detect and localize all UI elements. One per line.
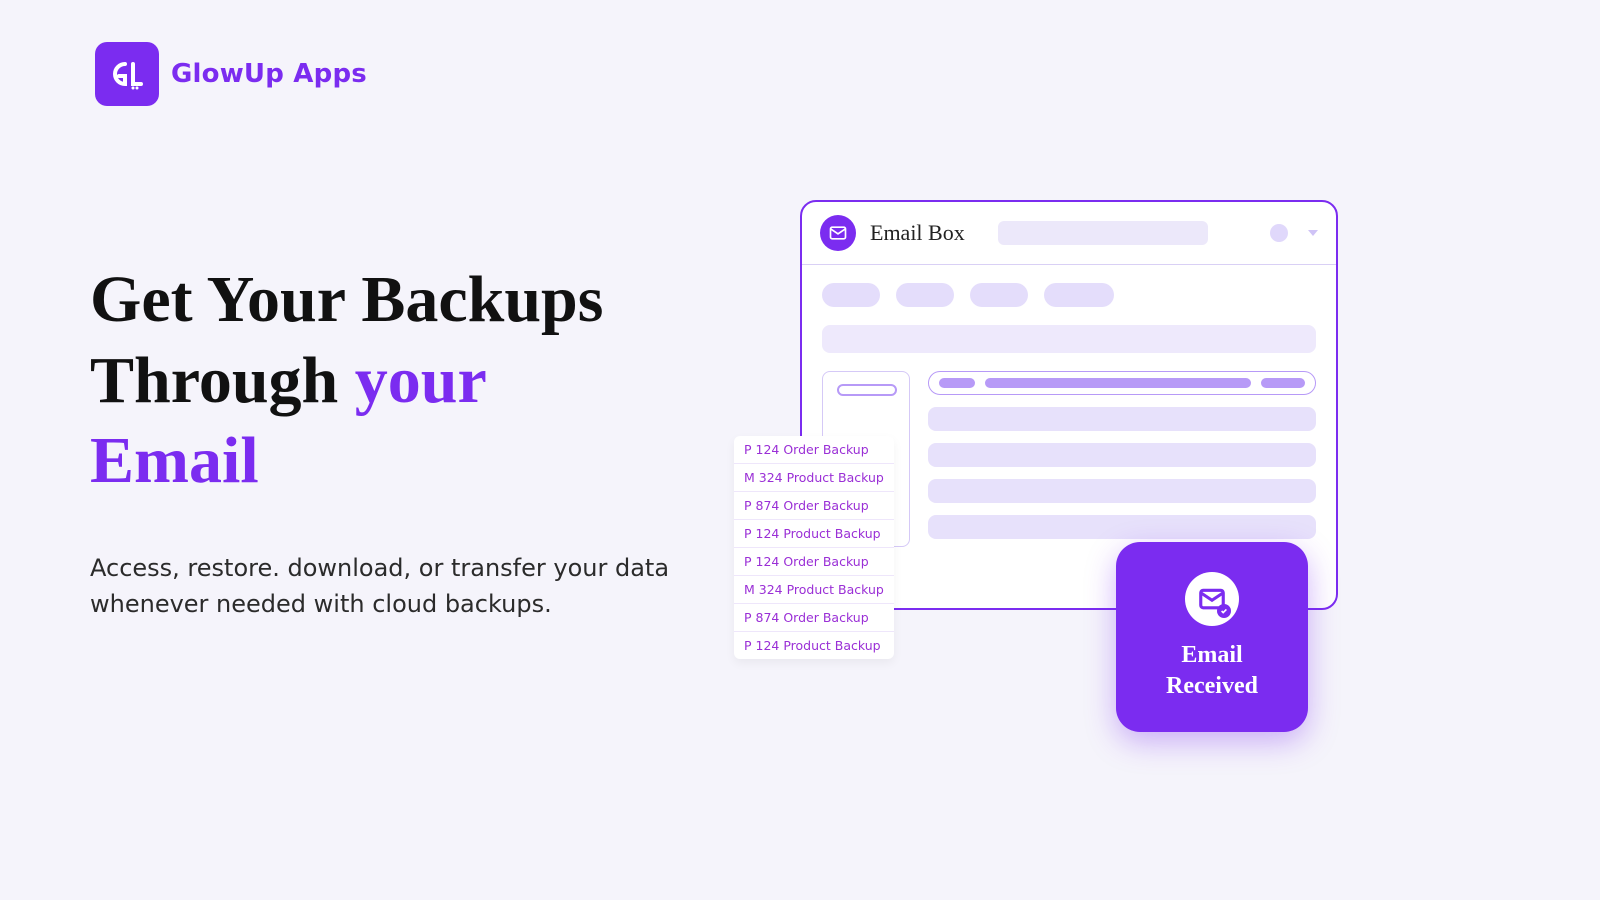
filter-pill xyxy=(970,283,1028,307)
chevron-down-icon xyxy=(1308,230,1318,236)
folder-chip xyxy=(837,384,897,396)
list-item: M 324 Product Backup xyxy=(734,464,894,492)
check-icon xyxy=(1217,604,1231,618)
list-item: P 124 Product Backup xyxy=(734,632,894,659)
logo-mark-icon xyxy=(95,42,159,106)
message-row xyxy=(928,407,1316,431)
list-item: P 124 Order Backup xyxy=(734,436,894,464)
toolbar-placeholder xyxy=(822,325,1316,353)
filter-pill xyxy=(896,283,954,307)
mail-received-icon xyxy=(1185,572,1239,626)
list-item: P 874 Order Backup xyxy=(734,492,894,520)
message-row xyxy=(928,479,1316,503)
hero-title: Get Your Backups Through your Email xyxy=(90,260,710,502)
hero-subtitle: Access, restore. download, or transfer y… xyxy=(90,550,710,622)
search-placeholder-bar xyxy=(998,221,1208,245)
message-row xyxy=(928,443,1316,467)
list-item: P 124 Order Backup xyxy=(734,548,894,576)
message-row xyxy=(928,515,1316,539)
inbox-header: Email Box xyxy=(802,202,1336,264)
filter-pill xyxy=(822,283,880,307)
mail-icon xyxy=(820,215,856,251)
email-received-badge: Email Received xyxy=(1116,542,1308,732)
illustration: Email Box xyxy=(800,200,1338,720)
list-item: P 874 Order Backup xyxy=(734,604,894,632)
message-list xyxy=(928,371,1316,547)
message-row-selected xyxy=(928,371,1316,395)
inbox-title: Email Box xyxy=(870,220,965,246)
hero-copy: Get Your Backups Through your Email Acce… xyxy=(90,260,710,622)
avatar-icon xyxy=(1270,224,1288,242)
brand-name: GlowUp Apps xyxy=(171,59,367,89)
list-item: P 124 Product Backup xyxy=(734,520,894,548)
badge-label: Email Received xyxy=(1166,640,1258,702)
list-item: M 324 Product Backup xyxy=(734,576,894,604)
brand-logo: GlowUp Apps xyxy=(95,42,367,106)
backup-dropdown-list: P 124 Order Backup M 324 Product Backup … xyxy=(734,436,894,659)
filter-pill xyxy=(1044,283,1114,307)
